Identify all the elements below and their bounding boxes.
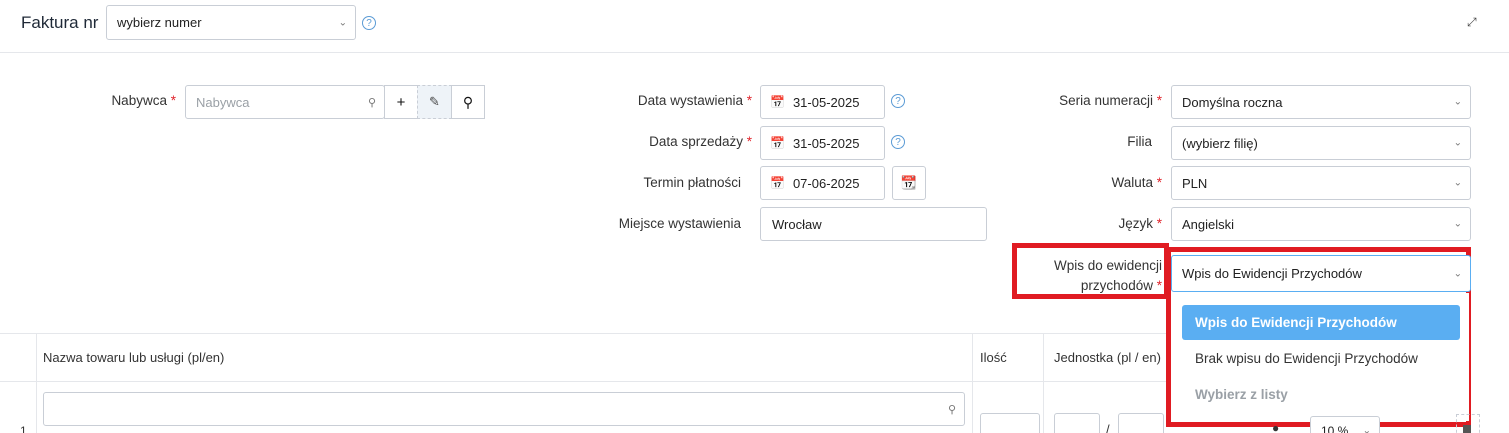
invoice-number-value: wybierz numer bbox=[117, 15, 202, 30]
language-label: Język * bbox=[1118, 216, 1162, 231]
register-value: Wpis do Ewidencji Przychodów bbox=[1182, 266, 1362, 281]
tag-icon[interactable]: ● bbox=[1272, 421, 1279, 433]
register-select[interactable]: Wpis do Ewidencji Przychodów ⌄ bbox=[1171, 255, 1471, 292]
register-label: Wpis do ewidencji przychodów * bbox=[1053, 258, 1162, 293]
series-value: Domyślna roczna bbox=[1182, 94, 1283, 110]
register-dropdown: Wpis do Ewidencji Przychodów Brak wpisu … bbox=[1172, 293, 1469, 421]
magnifier-icon: ⚲ bbox=[462, 93, 474, 110]
due-date-label: Termin płatności bbox=[643, 175, 741, 190]
chevron-down-icon: ⌄ bbox=[1453, 96, 1462, 108]
plus-icon: + bbox=[396, 93, 406, 111]
chevron-down-icon: ⌄ bbox=[1453, 218, 1462, 230]
branch-value: (wybierz filię) bbox=[1182, 135, 1258, 151]
chevron-down-icon: ⌄ bbox=[1453, 268, 1462, 279]
branch-select[interactable]: (wybierz filię) ⌄ bbox=[1171, 126, 1471, 160]
calendar-icon: 📅 bbox=[770, 176, 785, 190]
invoice-title: Faktura nr bbox=[21, 13, 99, 32]
chevron-down-icon: ⌄ bbox=[1453, 137, 1462, 149]
chevron-down-icon: ⌄ bbox=[1453, 177, 1462, 189]
due-date-picker-button[interactable]: 📆 bbox=[892, 166, 926, 200]
column-header-unit: Jednostka (pl / en) bbox=[1054, 350, 1161, 365]
buyer-label: Nabywca * bbox=[111, 93, 176, 108]
register-option-none[interactable]: Brak wpisu do Ewidencji Przychodów bbox=[1182, 341, 1460, 376]
buyer-input[interactable]: Nabywca ⚲ bbox=[185, 85, 385, 119]
issue-date-label: Data wystawienia * bbox=[637, 93, 752, 108]
edit-icon: ✎ bbox=[429, 94, 440, 109]
table-col-divider bbox=[36, 333, 37, 433]
register-option-placeholder[interactable]: Wybierz z listy bbox=[1182, 377, 1460, 412]
unit-separator: / bbox=[1106, 422, 1110, 433]
branch-label: Filia bbox=[1127, 134, 1152, 149]
series-label: Seria numeracji * bbox=[1059, 93, 1162, 108]
currency-select[interactable]: PLN ⌄ bbox=[1171, 166, 1471, 200]
calendar-plus-icon: 📆 bbox=[900, 175, 918, 190]
delete-icon bbox=[1463, 425, 1471, 433]
table-header-border bbox=[0, 381, 1166, 382]
series-select[interactable]: Domyślna roczna ⌄ bbox=[1171, 85, 1471, 119]
table-col-divider bbox=[1043, 333, 1044, 433]
help-icon[interactable]: ? bbox=[891, 94, 905, 108]
unit-en-input[interactable] bbox=[1118, 413, 1164, 433]
chevron-down-icon: ⌄ bbox=[1362, 425, 1371, 433]
help-icon[interactable]: ? bbox=[362, 16, 376, 30]
due-date-value: 07-06-2025 bbox=[792, 175, 860, 191]
language-select[interactable]: Angielski ⌄ bbox=[1171, 207, 1471, 241]
chevron-down-icon: ⌄ bbox=[338, 17, 347, 28]
column-header-name: Nazwa towaru lub usługi (pl/en) bbox=[43, 350, 225, 365]
place-label: Miejsce wystawienia bbox=[618, 216, 741, 231]
unit-pl-input[interactable] bbox=[1054, 413, 1100, 433]
calendar-icon: 📅 bbox=[770, 95, 785, 109]
product-name-input[interactable]: ⚲ bbox=[43, 392, 965, 426]
vat-select[interactable]: 10 % ⌄ bbox=[1310, 416, 1380, 433]
header-divider bbox=[0, 52, 1509, 53]
column-header-quantity: Ilość bbox=[980, 350, 1007, 365]
table-top-border bbox=[0, 333, 1166, 334]
due-date-input[interactable]: 📅 07-06-2025 bbox=[760, 166, 885, 200]
quantity-input[interactable] bbox=[980, 413, 1040, 433]
buyer-placeholder: Nabywca bbox=[196, 94, 250, 110]
place-input[interactable]: Wrocław bbox=[760, 207, 987, 241]
currency-label: Waluta * bbox=[1111, 175, 1162, 190]
issue-date-value: 31-05-2025 bbox=[792, 94, 860, 110]
sale-date-input[interactable]: 📅 31-05-2025 bbox=[760, 126, 885, 160]
sale-date-value: 31-05-2025 bbox=[792, 135, 860, 151]
edit-buyer-button[interactable]: ✎ bbox=[417, 85, 452, 119]
search-buyer-button[interactable]: ⚲ bbox=[451, 85, 485, 119]
place-value: Wrocław bbox=[772, 216, 822, 232]
invoice-number-select[interactable]: wybierz numer ⌄ bbox=[106, 5, 356, 40]
calendar-icon: 📅 bbox=[770, 136, 785, 150]
row-number: 1 bbox=[20, 424, 27, 433]
issue-date-input[interactable]: 📅 31-05-2025 bbox=[760, 85, 885, 119]
row-action-button[interactable] bbox=[1456, 414, 1480, 433]
vat-value: 10 % bbox=[1321, 424, 1349, 433]
add-buyer-button[interactable]: + bbox=[384, 85, 418, 119]
currency-value: PLN bbox=[1182, 175, 1208, 191]
search-icon: ⚲ bbox=[947, 403, 956, 416]
language-value: Angielski bbox=[1182, 216, 1235, 232]
help-icon[interactable]: ? bbox=[891, 135, 905, 149]
search-icon: ⚲ bbox=[367, 96, 376, 109]
register-option-selected[interactable]: Wpis do Ewidencji Przychodów bbox=[1182, 305, 1460, 340]
sale-date-label: Data sprzedaży * bbox=[649, 134, 752, 149]
table-col-divider bbox=[972, 333, 973, 433]
expand-icon[interactable]: ⤢ bbox=[1467, 16, 1479, 28]
